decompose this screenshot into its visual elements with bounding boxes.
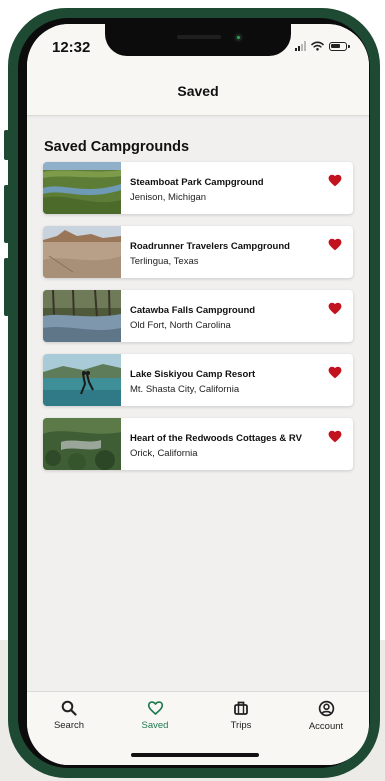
campground-name: Steamboat Park Campground: [130, 177, 264, 188]
account-circle-icon: [318, 700, 334, 717]
home-indicator: [131, 753, 259, 757]
campground-location: Old Fort, North Carolina: [130, 320, 231, 331]
campground-location: Jenison, Michigan: [130, 192, 207, 203]
heart-filled-icon[interactable]: [328, 430, 342, 443]
campground-card[interactable]: Heart of the Redwoods Cottages & RV Oric…: [43, 418, 353, 470]
app-screen: 12:32 Saved Saved Campgrounds Steamboat …: [27, 24, 369, 765]
tab-label: Trips: [230, 720, 252, 731]
tab-search[interactable]: Search: [34, 700, 104, 731]
front-camera: [235, 34, 242, 41]
saved-campgrounds-list: Steamboat Park Campground Jenison, Michi…: [43, 162, 353, 482]
heart-outline-icon: [147, 701, 163, 715]
campground-name: Lake Siskiyou Camp Resort: [130, 369, 256, 380]
section-title: Saved Campgrounds: [44, 139, 190, 155]
heart-filled-icon[interactable]: [328, 238, 342, 251]
campground-name: Roadrunner Travelers Campground: [130, 241, 290, 252]
campground-photo: [43, 162, 121, 214]
tab-trips[interactable]: Trips: [206, 700, 276, 731]
campground-photo: [43, 226, 121, 278]
campground-card[interactable]: Lake Siskiyou Camp Resort Mt. Shasta Cit…: [43, 354, 353, 406]
campground-location: Mt. Shasta City, California: [130, 384, 240, 395]
wifi-icon: [311, 41, 324, 51]
campground-location: Terlingua, Texas: [130, 256, 199, 267]
campground-name: Heart of the Redwoods Cottages & RV: [130, 433, 302, 444]
heart-filled-icon[interactable]: [328, 174, 342, 187]
camera-notch: [105, 24, 291, 56]
campground-card[interactable]: Roadrunner Travelers Campground Terlingu…: [43, 226, 353, 278]
heart-filled-icon[interactable]: [328, 366, 342, 379]
status-time: 12:32: [52, 39, 91, 56]
campground-photo: [43, 290, 121, 342]
tab-account[interactable]: Account: [291, 700, 361, 732]
campground-photo: [43, 418, 121, 470]
suitcase-icon: [234, 701, 248, 715]
campground-name: Catawba Falls Campground: [130, 305, 256, 316]
campground-photo: [43, 354, 121, 406]
tab-label: Search: [53, 720, 85, 731]
tab-label: Saved: [141, 720, 169, 731]
status-icons: [295, 41, 350, 51]
page-title: Saved: [177, 83, 219, 99]
campground-card[interactable]: Catawba Falls Campground Old Fort, North…: [43, 290, 353, 342]
tab-label: Account: [308, 721, 344, 732]
earpiece-speaker: [177, 35, 221, 39]
campground-card[interactable]: Steamboat Park Campground Jenison, Michi…: [43, 162, 353, 214]
cellular-signal-icon: [295, 41, 306, 51]
battery-icon: [329, 41, 350, 51]
tab-saved[interactable]: Saved: [120, 700, 190, 731]
heart-filled-icon[interactable]: [328, 302, 342, 315]
campground-location: Orick, California: [130, 448, 198, 459]
search-icon: [61, 700, 77, 716]
